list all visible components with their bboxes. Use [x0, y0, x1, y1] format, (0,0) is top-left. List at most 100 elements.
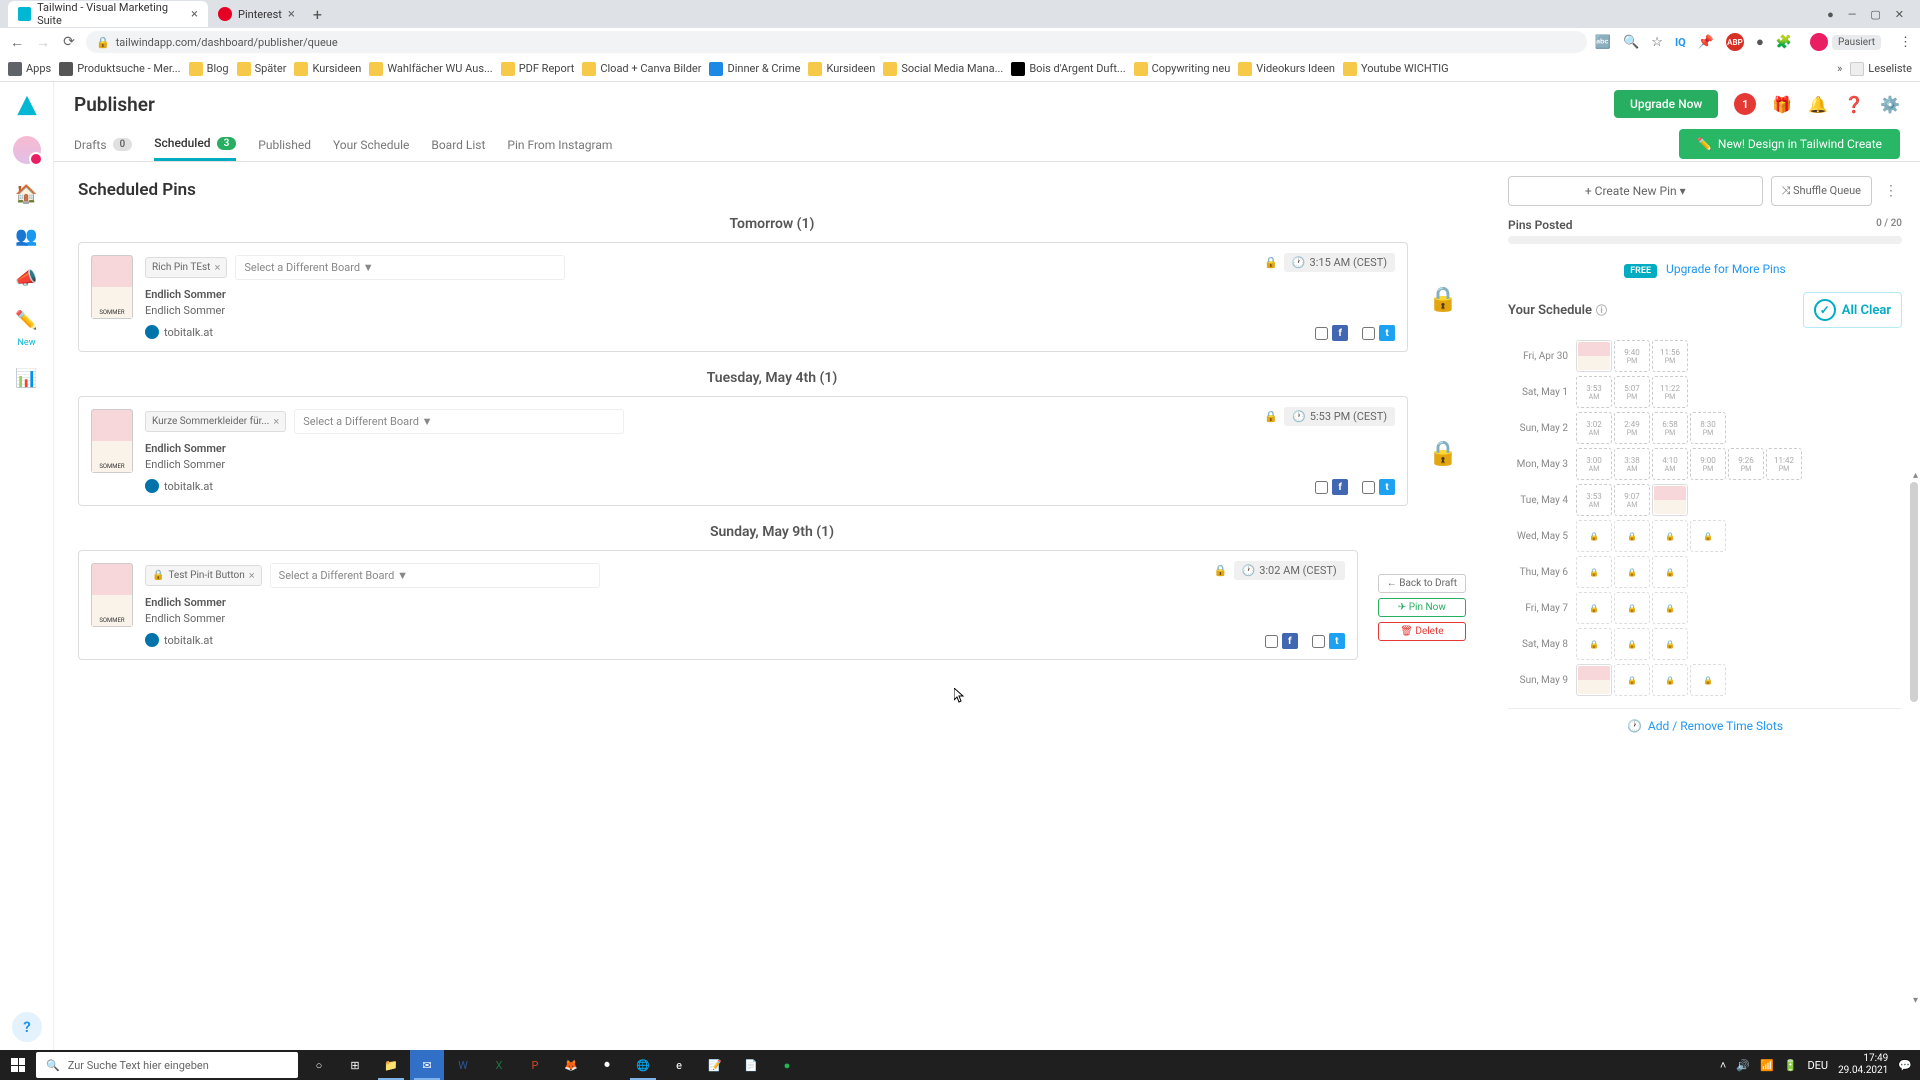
pin-title[interactable]: Endlich Sommer: [145, 442, 1395, 455]
tab-drafts[interactable]: Drafts0: [74, 126, 132, 161]
time-value[interactable]: 🕐3:15 AM (CEST): [1284, 253, 1395, 272]
schedule-slot[interactable]: 3:38AM: [1614, 448, 1650, 480]
schedule-slot[interactable]: 9:07AM: [1614, 484, 1650, 516]
sync-icon[interactable]: ●: [1827, 8, 1834, 21]
schedule-slot[interactable]: 9:40PM: [1614, 340, 1650, 372]
ext-icon[interactable]: ●: [1756, 34, 1764, 50]
bookmark[interactable]: Copywriting neu: [1134, 62, 1231, 76]
time-value[interactable]: 🕐5:53 PM (CEST): [1284, 407, 1395, 426]
shuffle-queue-button[interactable]: ⤨ Shuffle Queue: [1771, 176, 1873, 206]
profile-badge[interactable]: Pausiert: [1804, 31, 1887, 53]
tw-checkbox[interactable]: [1362, 327, 1375, 340]
ext-io-icon[interactable]: IQ: [1675, 36, 1686, 49]
star-icon[interactable]: ☆: [1651, 35, 1663, 50]
translate-icon[interactable]: 🔤: [1595, 35, 1611, 50]
zoom-icon[interactable]: 🔍: [1623, 35, 1639, 50]
pin-description[interactable]: Endlich Sommer: [145, 304, 1395, 317]
tray-volume-icon[interactable]: 🔊: [1736, 1059, 1750, 1072]
publish-icon[interactable]: 📣: [15, 266, 39, 290]
schedule-slot[interactable]: 9:00PM: [1690, 448, 1726, 480]
pin-title[interactable]: Endlich Sommer: [145, 596, 1345, 609]
bookmark[interactable]: Leseliste: [1850, 62, 1912, 76]
pin-description[interactable]: Endlich Sommer: [145, 612, 1345, 625]
schedule-slot-filled[interactable]: [1576, 340, 1612, 372]
tab-scheduled[interactable]: Scheduled3: [154, 126, 236, 161]
task-view-icon[interactable]: ⊞: [338, 1050, 372, 1080]
schedule-slot[interactable]: 9:26PM: [1728, 448, 1764, 480]
schedule-slot[interactable]: 4:10AM: [1652, 448, 1688, 480]
ext-abp-icon[interactable]: ABP: [1726, 33, 1744, 51]
address-bar[interactable]: 🔒 tailwindapp.com/dashboard/publisher/qu…: [86, 31, 1587, 53]
fb-checkbox[interactable]: [1265, 635, 1278, 648]
twitter-icon[interactable]: t: [1379, 479, 1395, 495]
bookmark[interactable]: Bois d'Argent Duft...: [1011, 62, 1125, 76]
schedule-slot[interactable]: 3:53AM: [1576, 376, 1612, 408]
bookmark[interactable]: Später: [237, 62, 287, 76]
delete-button[interactable]: 🗑 Delete: [1378, 622, 1466, 641]
schedule-slot[interactable]: 11:56PM: [1652, 340, 1688, 372]
task-chrome-icon[interactable]: 🌐: [626, 1050, 660, 1080]
bookmark[interactable]: Dinner & Crime: [709, 62, 800, 76]
people-icon[interactable]: 👥: [15, 224, 39, 248]
schedule-slot[interactable]: 2:49PM: [1614, 412, 1650, 444]
tab-pin-from-ig[interactable]: Pin From Instagram: [507, 126, 612, 161]
bookmark[interactable]: Kursideen: [808, 62, 875, 76]
more-icon[interactable]: ⋮: [1880, 183, 1902, 199]
tray-lang[interactable]: DEU: [1807, 1059, 1828, 1072]
task-spotify-icon[interactable]: ●: [770, 1050, 804, 1080]
bookmark[interactable]: Blog: [189, 62, 229, 76]
upgrade-link[interactable]: FREE Upgrade for More Pins: [1508, 262, 1902, 276]
task-word-icon[interactable]: W: [446, 1050, 480, 1080]
minimize-icon[interactable]: —: [1848, 8, 1857, 21]
create-pin-button[interactable]: + Create New Pin ▾: [1508, 176, 1763, 206]
scroll-down-icon[interactable]: ▾: [1913, 995, 1918, 1006]
tray-clock[interactable]: 17:49 29.04.2021: [1838, 1053, 1888, 1077]
help-icon[interactable]: ❓: [1844, 95, 1864, 114]
pin-link[interactable]: tobitalk.at: [145, 325, 1395, 339]
bookmark[interactable]: Videokurs Ideen: [1238, 62, 1335, 76]
task-notepad-icon[interactable]: 📝: [698, 1050, 732, 1080]
tray-wifi-icon[interactable]: 📶: [1760, 1059, 1774, 1072]
bookmark[interactable]: Wahlfächer WU Aus...: [369, 62, 492, 76]
design-button[interactable]: ✏️New! Design in Tailwind Create: [1679, 129, 1900, 159]
pin-link[interactable]: tobitalk.at: [145, 479, 1395, 493]
home-icon[interactable]: 🏠: [15, 182, 39, 206]
gear-icon[interactable]: ⚙️: [1880, 95, 1900, 114]
bookmarks-overflow-icon[interactable]: »: [1837, 62, 1842, 75]
browser-tab[interactable]: Pinterest ×: [208, 1, 305, 27]
menu-icon[interactable]: ⋮: [1899, 35, 1912, 50]
upgrade-button[interactable]: Upgrade Now: [1614, 90, 1718, 118]
browser-tab-active[interactable]: Tailwind - Visual Marketing Suite ×: [8, 1, 208, 27]
schedule-slot[interactable]: 3:00AM: [1576, 448, 1612, 480]
board-select[interactable]: Select a Different Board ▼: [270, 563, 600, 588]
app-logo-icon[interactable]: [15, 94, 39, 118]
board-tag[interactable]: 🔒 Test Pin-it Button×: [145, 565, 262, 586]
tab-board-list[interactable]: Board List: [431, 126, 485, 161]
puzzle-icon[interactable]: 🧩: [1776, 35, 1792, 50]
tab-published[interactable]: Published: [258, 126, 311, 161]
task-edge-icon[interactable]: е: [662, 1050, 696, 1080]
tray-chevron-icon[interactable]: ˄: [1720, 1059, 1726, 1072]
back-to-draft-button[interactable]: ← Back to Draft: [1378, 574, 1466, 593]
tab-add-icon[interactable]: +: [313, 5, 322, 24]
pin-thumbnail[interactable]: SOMMER: [91, 255, 133, 319]
facebook-icon[interactable]: f: [1332, 479, 1348, 495]
add-time-slots-link[interactable]: 🕐Add / Remove Time Slots: [1508, 708, 1902, 743]
scroll-up-icon[interactable]: ▴: [1913, 470, 1918, 481]
schedule-slot-filled[interactable]: [1652, 484, 1688, 516]
task-mail-icon[interactable]: ✉: [410, 1050, 444, 1080]
tray-notifications-icon[interactable]: 💬: [1898, 1059, 1912, 1072]
help-bubble[interactable]: ?: [12, 1012, 42, 1042]
schedule-slot-filled[interactable]: [1576, 664, 1612, 696]
schedule-slot[interactable]: 5:07PM: [1614, 376, 1650, 408]
ext-pin-icon[interactable]: 📌: [1698, 35, 1714, 50]
board-tag[interactable]: Rich Pin TEst×: [145, 257, 227, 278]
nav-back-icon[interactable]: ←: [8, 34, 26, 51]
task-app-icon[interactable]: 📄: [734, 1050, 768, 1080]
close-icon[interactable]: ✕: [1895, 8, 1904, 21]
schedule-slot[interactable]: 11:22PM: [1652, 376, 1688, 408]
task-cortana-icon[interactable]: ○: [302, 1050, 336, 1080]
schedule-slot[interactable]: 6:58PM: [1652, 412, 1688, 444]
bookmark[interactable]: PDF Report: [501, 62, 575, 76]
gift-icon[interactable]: 🎁: [1772, 95, 1792, 114]
